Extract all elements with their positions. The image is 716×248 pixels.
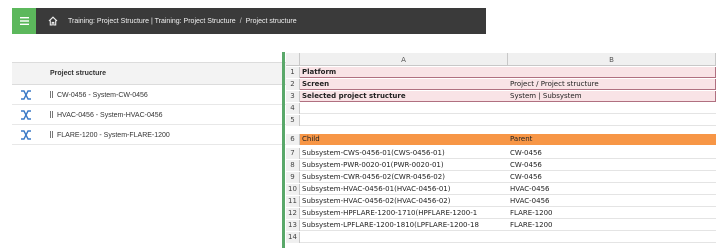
list-item[interactable]: HVAC-0456 - System-HVAC-0456 (12, 105, 286, 125)
row-number[interactable]: 10 (286, 184, 300, 195)
hierarchy-icon[interactable] (20, 90, 32, 100)
sheet-row: 6 Child Parent (286, 134, 716, 145)
hierarchy-icon[interactable] (20, 130, 32, 140)
app-header: Training: Project Structure | Training: … (12, 8, 486, 34)
breadcrumb-separator: / (239, 17, 242, 25)
sheet-row: 4 (286, 103, 716, 114)
cell-a11[interactable]: Subsystem-HVAC-0456-02(HVAC-0456-02) (300, 196, 508, 207)
sheet-row: 3 Selected project structure System | Su… (286, 91, 716, 102)
sheet-row: 10 Subsystem-HVAC-0456-01(HVAC-0456-01) … (286, 184, 716, 195)
row-number[interactable]: 5 (286, 115, 300, 126)
drag-handle-icon[interactable] (50, 110, 53, 118)
sheet-row: 9 Subsystem-CWR-0456-02(CWR-0456-02) CW-… (286, 172, 716, 183)
cell-a12[interactable]: Subsystem-HPFLARE-1200-1710(HPFLARE-1200… (300, 208, 508, 219)
column-header-row: A B (286, 53, 716, 66)
row-number[interactable]: 13 (286, 220, 300, 231)
cell-a13[interactable]: Subsystem-LPFLARE-1200-1810(LPFLARE-1200… (300, 220, 508, 231)
sheet-divider (282, 52, 285, 248)
drag-handle-icon[interactable] (50, 130, 53, 138)
hamburger-icon (19, 17, 29, 25)
sheet-row: 5 (286, 115, 716, 126)
column-header-a[interactable]: A (300, 53, 508, 66)
cell-b1[interactable] (508, 67, 716, 78)
breadcrumb: Training: Project Structure | Training: … (68, 18, 297, 25)
list-item-label: HVAC-0456 - System-HVAC-0456 (50, 110, 163, 119)
cell-a6[interactable]: Child (300, 134, 508, 145)
cell-a3[interactable]: Selected project structure (300, 91, 508, 102)
row-number[interactable]: 9 (286, 172, 300, 183)
hierarchy-icon[interactable] (20, 110, 32, 120)
row-number[interactable]: 6 (286, 134, 300, 145)
select-all-corner[interactable] (286, 53, 300, 66)
cell-b7[interactable]: CW-0456 (508, 148, 716, 159)
cell-b14[interactable] (508, 232, 716, 243)
row-number[interactable]: 11 (286, 196, 300, 207)
sheet-row: 2 Screen Project / Project structure (286, 79, 716, 90)
cell-b3[interactable]: System | Subsystem (508, 91, 716, 102)
row-number[interactable]: 14 (286, 232, 300, 243)
cell-b6[interactable]: Parent (508, 134, 716, 145)
menu-button[interactable] (12, 8, 36, 34)
row-number[interactable]: 8 (286, 160, 300, 171)
sheet-row: 14 (286, 232, 716, 243)
sheet-row: 13 Subsystem-LPFLARE-1200-1810(LPFLARE-1… (286, 220, 716, 231)
cell-b9[interactable]: CW-0456 (508, 172, 716, 183)
row-number[interactable]: 2 (286, 79, 300, 90)
row-number[interactable]: 4 (286, 103, 300, 114)
cell-b11[interactable]: HVAC-0456 (508, 196, 716, 207)
list-item[interactable]: CW-0456 - System-CW-0456 (12, 85, 286, 105)
cell-a2[interactable]: Screen (300, 79, 508, 90)
cell-b5[interactable] (508, 115, 716, 126)
column-header-b[interactable]: B (508, 53, 716, 66)
cell-a1[interactable]: Platform (300, 67, 508, 78)
breadcrumb-project-structure[interactable]: Project structure (246, 18, 297, 25)
cell-b2[interactable]: Project / Project structure (508, 79, 716, 90)
cell-a9[interactable]: Subsystem-CWR-0456-02(CWR-0456-02) (300, 172, 508, 183)
row-number[interactable]: 7 (286, 148, 300, 159)
row-number[interactable]: 12 (286, 208, 300, 219)
list-item-label: FLARE-1200 - System-FLARE-1200 (50, 130, 170, 139)
cell-b13[interactable]: FLARE-1200 (508, 220, 716, 231)
row-number[interactable]: 3 (286, 91, 300, 102)
row-number[interactable]: 1 (286, 67, 300, 78)
cell-a7[interactable]: Subsystem-CWS-0456-01(CWS-0456-01) (300, 148, 508, 159)
cell-a14[interactable] (300, 232, 508, 243)
screen: Training: Project Structure | Training: … (0, 0, 716, 248)
cell-b12[interactable]: FLARE-1200 (508, 208, 716, 219)
cell-b8[interactable]: CW-0456 (508, 160, 716, 171)
drag-handle-icon[interactable] (50, 90, 53, 98)
sheet-row: 8 Subsystem-PWR-0020-01(PWR-0020-01) CW-… (286, 160, 716, 171)
sheet-row: 12 Subsystem-HPFLARE-1200-1710(HPFLARE-1… (286, 208, 716, 219)
home-icon[interactable] (48, 15, 60, 27)
cell-a4[interactable] (300, 103, 508, 114)
sheet-row: 7 Subsystem-CWS-0456-01(CWS-0456-01) CW-… (286, 148, 716, 159)
breadcrumb-training[interactable]: Training: Project Structure | Training: … (68, 18, 236, 25)
cell-b10[interactable]: HVAC-0456 (508, 184, 716, 195)
column-header-project-structure[interactable]: Project structure (12, 63, 286, 85)
spreadsheet: A B 1 Platform 2 Screen Project / Projec… (286, 53, 716, 248)
sheet-row: 11 Subsystem-HVAC-0456-02(HVAC-0456-02) … (286, 196, 716, 207)
cell-a5[interactable] (300, 115, 508, 126)
list-item[interactable]: FLARE-1200 - System-FLARE-1200 (12, 125, 286, 145)
cell-a10[interactable]: Subsystem-HVAC-0456-01(HVAC-0456-01) (300, 184, 508, 195)
cell-b4[interactable] (508, 103, 716, 114)
list-item-label: CW-0456 - System-CW-0456 (50, 90, 148, 99)
project-structure-panel: Project structure CW-0456 - System-CW-04… (12, 62, 286, 248)
cell-a8[interactable]: Subsystem-PWR-0020-01(PWR-0020-01) (300, 160, 508, 171)
sheet-row: 1 Platform (286, 67, 716, 78)
